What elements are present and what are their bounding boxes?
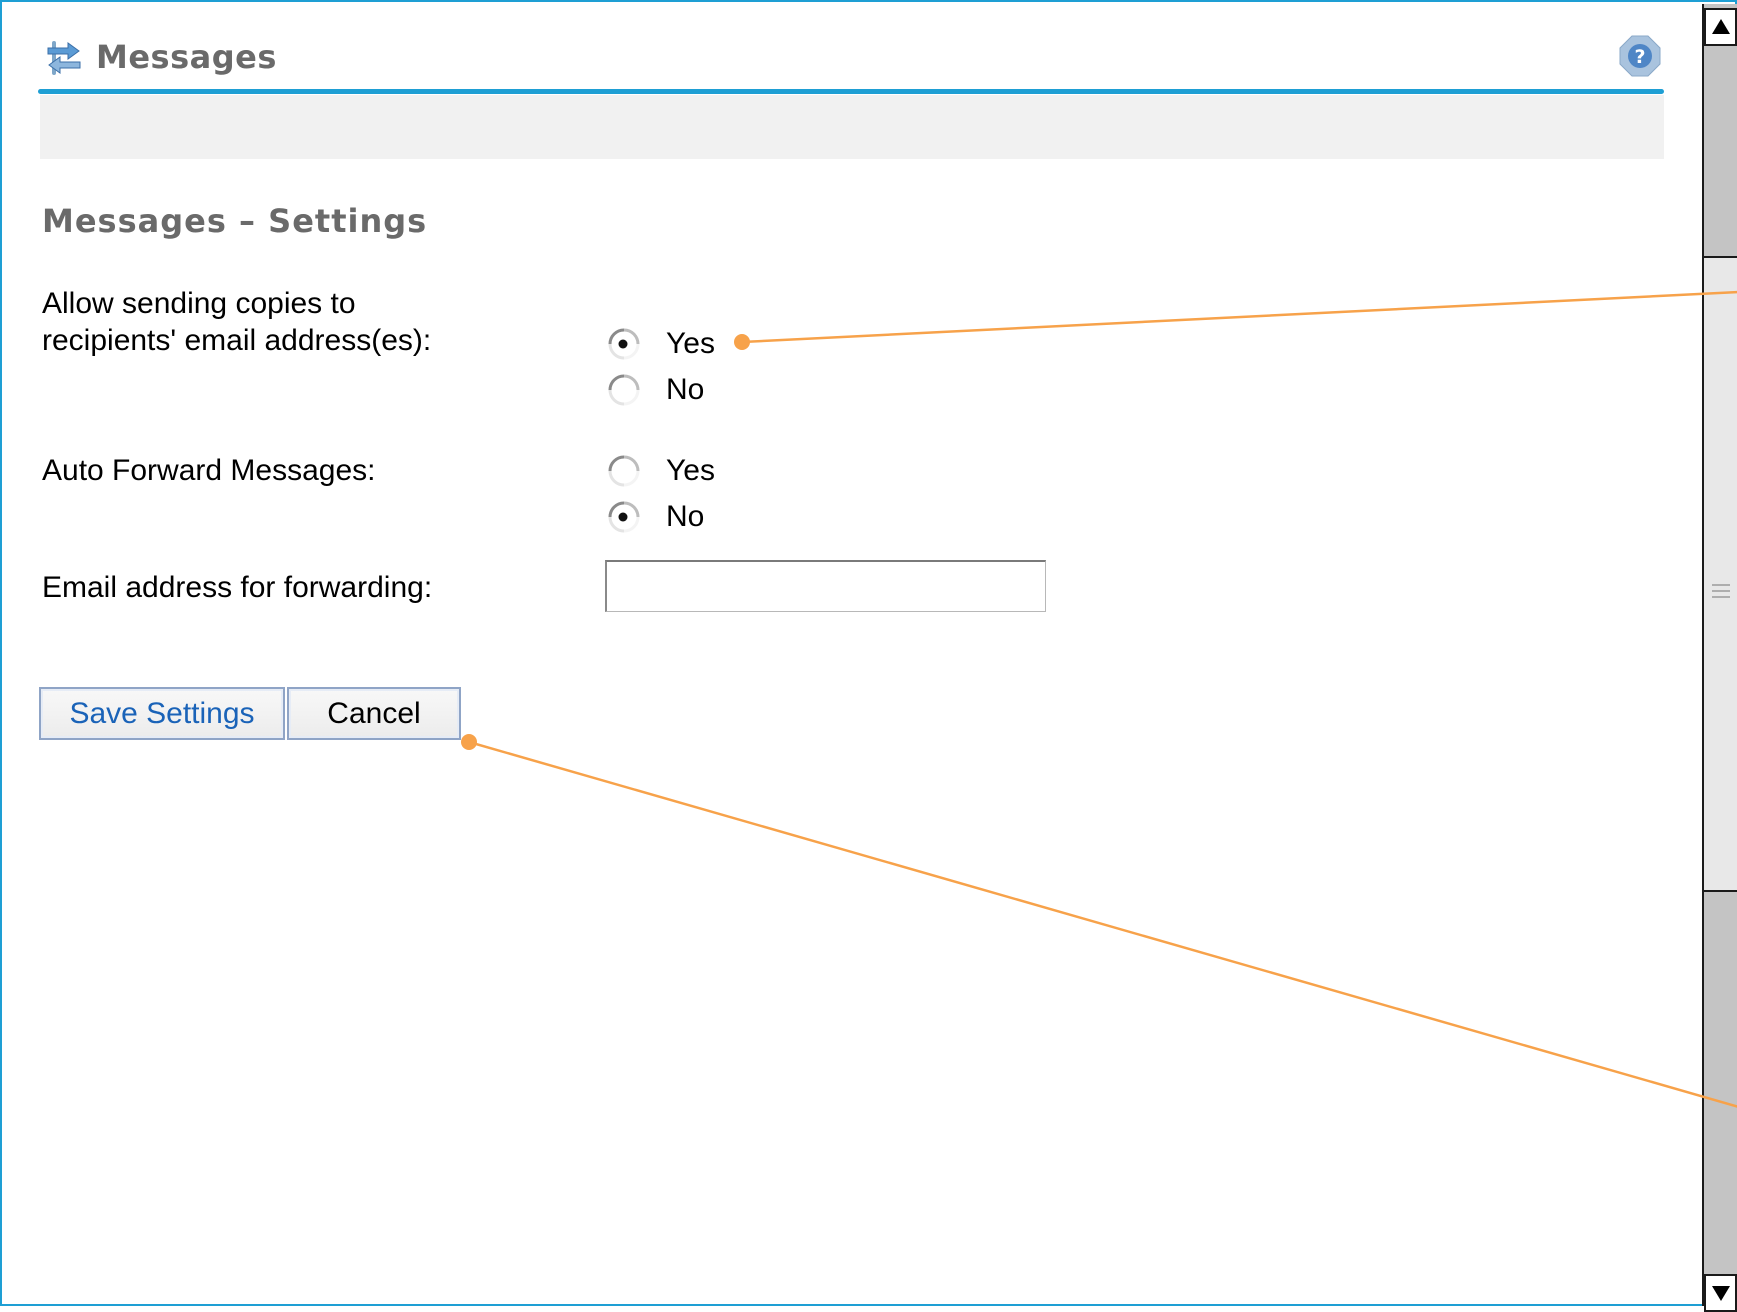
copies-label-line1: Allow sending copies to [42,287,356,320]
arrow-up-icon [1711,19,1730,34]
forward-no-label: No [666,500,705,533]
grip-lines-icon [1712,583,1730,599]
vertical-scrollbar[interactable] [1702,4,1737,1312]
annotation-dot-yes [734,334,750,350]
header-divider [38,89,1664,94]
help-question-icon[interactable]: ? [1618,34,1662,78]
copies-yes-label: Yes [666,327,715,360]
save-settings-button[interactable]: Save Settings [39,687,285,740]
forward-yes-label: Yes [666,454,715,487]
window-frame: Messages ? Messages – Settings Allow sen… [0,0,1737,1312]
radio-unchecked-icon[interactable] [606,372,642,408]
page-header: Messages ? [38,30,1662,90]
copies-label: Allow sending copies to recipients' emai… [42,285,431,359]
forward-yes-option[interactable]: Yes [606,451,715,491]
annotation-line-yes [741,290,1737,344]
scroll-down-button[interactable] [1704,1274,1737,1312]
scrollbar-thumb[interactable] [1704,256,1737,892]
annotation-dot-cancel [461,734,477,750]
messages-arrows-icon [46,38,82,78]
copies-no-label: No [666,373,705,406]
forward-no-option[interactable]: No [606,497,704,537]
radio-checked-icon[interactable] [606,326,642,362]
radio-checked-icon[interactable] [606,499,642,535]
copies-label-line2: recipients' email address(es): [42,324,432,357]
section-title: Messages – Settings [42,202,428,240]
annotation-overlay [461,290,1737,1108]
toolbar-area [40,95,1664,159]
cancel-button[interactable]: Cancel [287,687,461,740]
scroll-up-button[interactable] [1704,8,1737,46]
svg-text:?: ? [1634,46,1645,68]
radio-unchecked-icon[interactable] [606,453,642,489]
forward-email-input[interactable] [605,560,1046,612]
copies-yes-option[interactable]: Yes [606,324,715,364]
arrow-down-icon [1711,1286,1730,1301]
forward-label: Auto Forward Messages: [42,454,376,487]
page-title: Messages [96,38,277,76]
email-label: Email address for forwarding: [42,571,433,604]
copies-no-option[interactable]: No [606,370,704,410]
annotation-line-cancel [468,740,1737,1108]
